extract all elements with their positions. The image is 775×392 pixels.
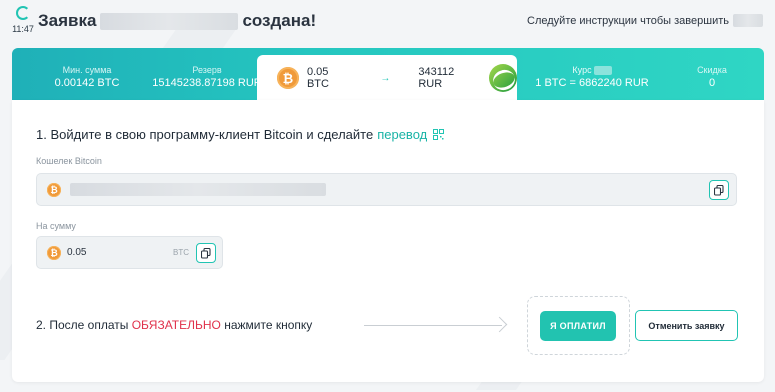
step2-before: 2. После оплаты — [36, 318, 129, 332]
wallet-address-field[interactable]: ₿ — [36, 173, 737, 206]
wallet-address-redacted — [70, 183, 326, 196]
transfer-link[interactable]: перевод — [377, 127, 427, 142]
instruction-text: Следуйте инструкции чтобы завершить — [527, 14, 763, 27]
min-sum-value: 0.00142 BTC — [54, 77, 120, 89]
to-amount: 343112 RUR — [418, 66, 455, 90]
exchange-summary: ₿ 0.05 BTC → 343112 RUR — [257, 55, 517, 101]
from-amount: 0.05 BTC — [306, 66, 329, 90]
reserve-stat: Резерв 15145238.87198 RUR — [142, 65, 272, 89]
copy-amount-button[interactable] — [196, 243, 216, 263]
header: 11:47 Заявка создана! Следуйте инструкци… — [0, 0, 775, 48]
amount-unit: BTC — [173, 248, 189, 257]
instruction-redacted — [733, 14, 763, 27]
timer-ring-icon — [16, 6, 30, 20]
main-card: 1. Войдите в свою программу-клиент Bitco… — [12, 100, 764, 382]
arrow-line — [364, 325, 502, 326]
qr-code-icon[interactable] — [433, 129, 445, 140]
step2-instruction: 2. После оплаты ОБЯЗАТЕЛЬНО нажмите кноп… — [36, 318, 312, 332]
copy-icon — [201, 247, 211, 259]
copy-icon — [714, 184, 724, 196]
bitcoin-icon: ₿ — [47, 182, 61, 197]
paid-button[interactable]: Я ОПЛАТИЛ — [540, 311, 616, 341]
timer: 11:47 — [8, 6, 38, 34]
min-sum-stat: Мин. сумма 0.00142 BTC — [42, 65, 132, 89]
discount-stat: Скидка 0 — [682, 65, 742, 89]
discount-label: Скидка — [697, 65, 727, 75]
rate-stat: Курс 1 BTC = 6862240 RUR — [532, 65, 652, 89]
step2-after: нажмите кнопку — [224, 318, 313, 332]
rate-label-redacted — [593, 65, 612, 75]
arrow-right-icon — [491, 316, 508, 333]
instruction-label: Следуйте инструкции чтобы завершить — [527, 14, 729, 27]
timer-text: 11:47 — [12, 24, 34, 34]
copy-wallet-button[interactable] — [709, 180, 729, 200]
paid-button-frame: Я ОПЛАТИЛ — [527, 296, 630, 355]
discount-value: 0 — [708, 77, 716, 89]
page-title: Заявка создана! — [38, 11, 316, 31]
reserve-value: 15145238.87198 RUR — [152, 77, 262, 89]
exchange-arrow-icon: → — [380, 72, 391, 84]
amount-field[interactable]: ₿ 0.05 BTC — [36, 236, 223, 269]
step2-emphasis: ОБЯЗАТЕЛЬНО — [131, 318, 221, 332]
step1-text: 1. Войдите в свою программу-клиент Bitco… — [36, 127, 374, 142]
title-prefix: Заявка — [38, 11, 97, 30]
min-sum-label: Мин. сумма — [62, 65, 112, 75]
bitcoin-icon: ₿ — [277, 67, 299, 89]
rate-label-text: Курс — [572, 65, 592, 75]
bitcoin-icon: ₿ — [47, 245, 61, 260]
order-id-redacted — [100, 12, 239, 30]
rate-value: 1 BTC = 6862240 RUR — [535, 77, 649, 89]
title-suffix: создана! — [242, 11, 317, 30]
amount-value: 0.05 — [67, 247, 87, 258]
amount-label: На сумму — [36, 221, 76, 231]
reserve-label: Резерв — [192, 65, 222, 75]
cancel-order-button[interactable]: Отменить заявку — [635, 310, 738, 341]
sberbank-icon — [489, 64, 517, 92]
step1-instruction: 1. Войдите в свою программу-клиент Bitco… — [36, 127, 445, 142]
wallet-label: Кошелек Bitcoin — [36, 156, 102, 166]
rate-label: Курс — [532, 65, 652, 75]
